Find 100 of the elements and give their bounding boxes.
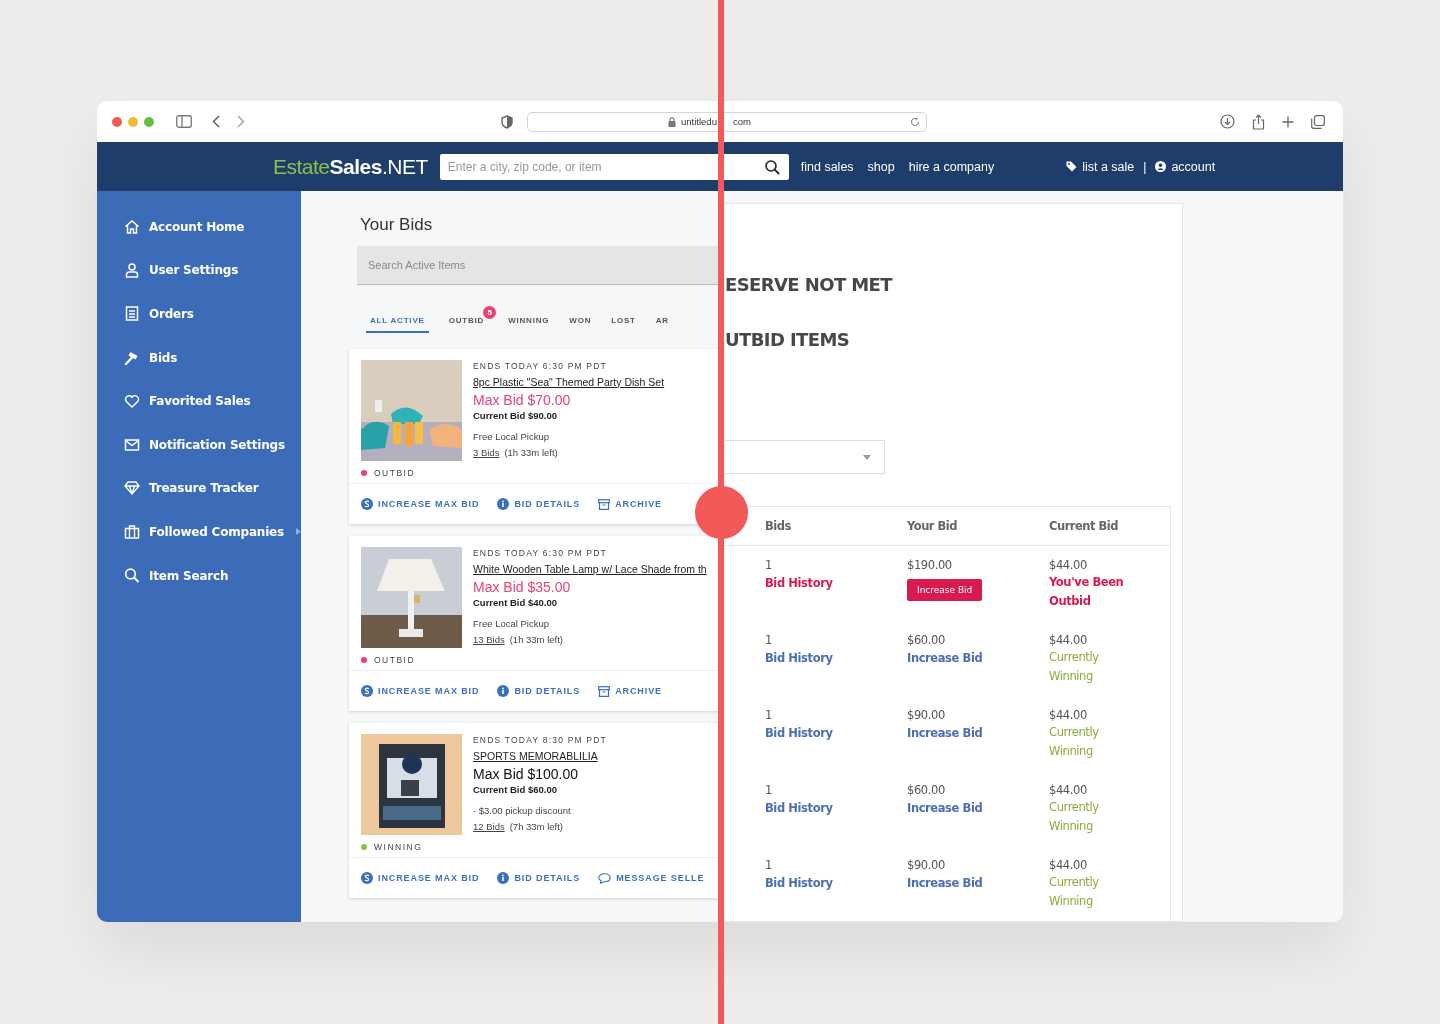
sidebar-item[interactable]: Orders (97, 292, 301, 336)
dollar-icon (361, 685, 373, 697)
card-action-button[interactable]: BID DETAILS (497, 685, 581, 697)
search-field[interactable]: Search Active Items (357, 246, 720, 285)
chevron-icon (296, 528, 301, 536)
user-icon (124, 262, 140, 278)
account-link[interactable]: account (1171, 159, 1216, 174)
end-time: ENDS TODAY 6:30 PM PDT (473, 549, 608, 558)
speech-bubble-icon (598, 872, 612, 884)
filter-tab[interactable]: LOST (611, 306, 636, 333)
card-action-button[interactable]: BID DETAILS (497, 498, 581, 510)
dollar-icon (361, 498, 373, 510)
card-action-button[interactable]: ARCHIVE (598, 498, 662, 510)
filter-tab[interactable]: WINNING (508, 306, 550, 333)
bids-count-link[interactable]: 13 Bids (473, 634, 505, 645)
increase-bid-link[interactable]: Increase Bid (907, 801, 1049, 815)
card-action-button[interactable]: INCREASE MAX BID (361, 872, 480, 884)
filter-tab[interactable]: WON (569, 306, 592, 333)
home-icon (124, 219, 140, 234)
your-bid-amount: $60.00 (907, 632, 946, 648)
filter-tab[interactable]: AR (655, 306, 669, 333)
tag-icon (1066, 161, 1078, 172)
status-label: WINNING (361, 842, 473, 852)
shield-icon[interactable] (501, 114, 513, 129)
diamond-icon (124, 481, 140, 496)
receipt-icon (124, 306, 140, 322)
download-icon[interactable] (1220, 114, 1235, 129)
item-title-link[interactable]: 8pc Plastic "Sea" Themed Party Dish Set (473, 376, 665, 387)
tabs-icon[interactable] (1311, 114, 1325, 129)
sidebar-item[interactable]: Followed Companies (97, 510, 301, 554)
search-icon[interactable] (764, 159, 780, 175)
item-title-link[interactable]: White Wooden Table Lamp w/ Lace Shade from th (473, 563, 707, 574)
bid-count: 1 (765, 857, 773, 873)
status-label: OUTBID (361, 655, 473, 665)
bids-count-link[interactable]: 12 Bids (473, 821, 505, 832)
card-action-button[interactable]: MESSAGE SELLE (598, 872, 705, 884)
increase-bid-link[interactable]: Increase Bid (907, 726, 1049, 740)
card-action-button[interactable]: INCREASE MAX BID (361, 685, 480, 697)
heart-icon (124, 394, 140, 408)
nav-link[interactable]: hire a company (908, 159, 995, 174)
card-action-button[interactable]: INCREASE MAX BID (361, 498, 480, 510)
increase-bid-link[interactable]: Increase Bid (907, 876, 1049, 890)
current-bid-amount: $44.00 (1049, 632, 1088, 648)
bid-history-link[interactable]: Bid History (765, 651, 907, 665)
list-a-sale-link[interactable]: list a sale (1082, 159, 1135, 174)
maximize-icon[interactable] (144, 116, 154, 127)
card-action-button[interactable]: ARCHIVE (598, 685, 662, 697)
section-heading: ESERVE NOT MET (725, 274, 894, 295)
max-bid: Max Bid $100.00 (473, 767, 580, 781)
archive-icon (598, 498, 611, 510)
current-bid-amount: $44.00 (1049, 707, 1088, 723)
sidebar-icon[interactable] (176, 115, 192, 128)
bids-count-link[interactable]: 3 Bids (473, 447, 500, 458)
location-search-field[interactable]: Enter a city, zip code, or item (439, 153, 789, 180)
increase-bid-button[interactable]: Increase Bid (907, 579, 983, 601)
filter-tab[interactable]: OUTBID 5 (448, 306, 497, 333)
reload-icon[interactable] (910, 116, 920, 127)
item-title-link[interactable]: SPORTS MEMORABLILIA (473, 750, 607, 761)
bid-history-link[interactable]: Bid History (765, 876, 907, 890)
status-label: OUTBID (361, 468, 473, 478)
time-left: (7h 33m left) (509, 821, 563, 832)
time-left: (1h 33m left) (509, 634, 563, 645)
end-time: ENDS TODAY 8:30 PM PDT (473, 736, 607, 745)
sidebar-item[interactable]: Account Home (97, 205, 301, 249)
bid-count: 1 (765, 557, 773, 573)
nav-link[interactable]: find sales (800, 159, 854, 174)
url-text: untitledu (681, 116, 717, 127)
increase-bid-link[interactable]: Increase Bid (907, 651, 1049, 665)
count-badge: 5 (483, 306, 497, 319)
time-left: (1h 33m left) (504, 447, 558, 458)
bid-status: Currently Winning (1049, 799, 1100, 835)
close-icon[interactable] (112, 116, 122, 127)
nav-link[interactable]: shop (867, 159, 895, 174)
user-circle-icon (1155, 161, 1167, 172)
bid-count: 1 (765, 632, 773, 648)
bid-history-link[interactable]: Bid History (765, 576, 907, 590)
info-icon (497, 685, 510, 697)
current-bid: Current Bid $90.00 (473, 411, 558, 421)
sidebar-item[interactable]: Bids (97, 335, 301, 380)
info-icon (497, 872, 510, 884)
site-logo[interactable]: EstateSales.NET (273, 154, 428, 179)
filter-tab[interactable]: ALL ACTIVE (366, 306, 429, 333)
bid-status: You've Been Outbid (1049, 574, 1125, 610)
address-bar[interactable]: untitledu com (527, 111, 927, 132)
back-icon[interactable] (212, 115, 220, 128)
card-action-button[interactable]: BID DETAILS (497, 872, 581, 884)
new-tab-icon[interactable] (1282, 115, 1294, 128)
forward-icon[interactable] (237, 115, 245, 128)
bid-status: Currently Winning (1049, 724, 1100, 760)
sidebar-item[interactable]: Item Search (97, 553, 301, 598)
bid-history-link[interactable]: Bid History (765, 801, 907, 815)
sidebar-item[interactable]: Treasure Tracker (97, 466, 301, 511)
sidebar-item[interactable]: User Settings (97, 248, 301, 293)
sidebar-item[interactable]: Notification Settings (97, 422, 301, 467)
bid-history-link[interactable]: Bid History (765, 726, 907, 740)
column-header: Current Bid (1049, 519, 1119, 533)
current-bid: Current Bid $40.00 (473, 598, 558, 608)
sidebar-item[interactable]: Favorited Sales (97, 379, 301, 423)
share-icon[interactable] (1252, 113, 1265, 130)
pickup-note: - $3.00 pickup discount (473, 805, 572, 815)
